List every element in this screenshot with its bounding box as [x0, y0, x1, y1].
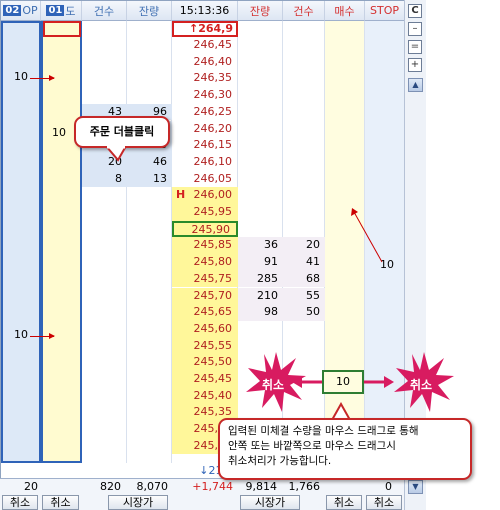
draggable-order-qty[interactable]: 10 — [322, 370, 364, 394]
tooltip-tail-icon — [104, 146, 128, 162]
buy-count-cell: 8 — [82, 170, 127, 188]
header-bid: 매수 — [325, 1, 365, 21]
arrow-left-icon — [292, 376, 322, 388]
total-buystop: 20 — [24, 480, 38, 493]
header-sell-label: 도 — [65, 4, 76, 18]
price-cell: 245,95 — [172, 204, 238, 221]
price-cell: 246,40 — [193, 54, 233, 68]
header-sell[interactable]: 01 도 — [41, 1, 82, 21]
market-sell-button[interactable]: 시장가 — [108, 495, 168, 510]
tooltip-line-3: 취소처리가 가능합니다. — [228, 455, 332, 467]
cancel-burst-right-label: 취소 — [410, 378, 433, 392]
cancel-buystop-button[interactable]: 취소 — [2, 495, 38, 510]
tooltip-line-2: 안쪽 또는 바깥쪽으로 마우스 드래그시 — [228, 440, 396, 452]
scroll-down-icon[interactable]: ▼ — [408, 480, 423, 494]
upper-limit-price: ↑264,9 — [172, 21, 238, 37]
cancel-sell-button[interactable]: 취소 — [42, 495, 79, 510]
arrow-right-icon — [364, 376, 394, 388]
cancel-bid-button[interactable]: 취소 — [326, 495, 362, 510]
price-cell: 245,50 — [172, 354, 238, 371]
buy-qty-cell: 46 — [127, 153, 172, 171]
equal-button[interactable]: = — [408, 40, 422, 54]
sell-qty-cell: 91 — [238, 254, 283, 271]
collapse-button[interactable]: – — [408, 22, 422, 36]
diagonal-arrow-icon — [351, 208, 383, 263]
buy-qty-cell: 13 — [127, 170, 172, 188]
sell-order-qty[interactable]: 10 — [52, 126, 66, 139]
sell-order-column[interactable] — [41, 21, 82, 463]
c-button[interactable]: C — [408, 4, 422, 18]
header-sell-qty: 잔량 — [238, 1, 283, 21]
header-buy-stop[interactable]: 02 OP — [1, 1, 41, 21]
price-cell: 245,45 — [172, 371, 238, 388]
sell-count-cell: 50 — [283, 304, 325, 321]
total-change: +1,744 — [192, 480, 233, 493]
sell-qty-cell: 36 — [238, 237, 283, 255]
drag-cancel-tooltip: 입력된 미체결 수량을 마우스 드래그로 통해 안쪽 또는 바깥쪽으로 마우스 … — [218, 418, 472, 480]
price-cell: 245,40 — [172, 387, 238, 405]
sell-qty-cell: 210 — [238, 287, 283, 305]
sell-count-cell: 20 — [283, 237, 325, 255]
price-cell: 245,85 — [172, 237, 238, 255]
price-cell: 245,80 — [172, 254, 238, 271]
header-time: 15:13:36 — [172, 1, 238, 21]
price-cell: 245,60 — [172, 320, 238, 338]
price-cell: 246,10 — [193, 154, 233, 168]
header-badge-01: 01 — [46, 5, 65, 16]
arrow-right-icon — [30, 75, 55, 81]
total-buy-count: 820 — [100, 480, 121, 493]
sell-qty-cell: 98 — [238, 304, 283, 321]
scroll-up-icon[interactable]: ▲ — [408, 78, 423, 92]
tooltip-line-1: 입력된 미체결 수량을 마우스 드래그로 통해 — [228, 425, 419, 437]
total-buy-qty: 8,070 — [136, 480, 169, 493]
sell-count-cell: 55 — [283, 287, 325, 305]
price-cell: 246,20 — [193, 121, 233, 135]
sell-count-cell: 41 — [283, 254, 325, 271]
total-stop: 0 — [385, 480, 392, 493]
arrow-right-icon — [30, 333, 55, 339]
header-buy-qty: 잔량 — [127, 1, 172, 21]
totals-row: 20 820 8,070 +1,744 9,814 1,766 0 — [0, 478, 404, 494]
double-click-tooltip: 주문 더블클릭 — [74, 116, 170, 148]
price-cell: 246,05 — [193, 171, 233, 185]
price-cell: 245,65 — [172, 304, 238, 321]
price-cell: 246,30 — [193, 88, 233, 102]
price-cell: 246,15 — [193, 138, 233, 152]
sell-count-cell: 68 — [283, 270, 325, 288]
total-sell-qty: 9,814 — [245, 480, 278, 493]
price-cell: 245,90 — [172, 220, 238, 238]
header-badge-02: 02 — [3, 5, 22, 16]
price-cell: 246,35 — [193, 71, 233, 85]
header-stop: STOP — [365, 1, 405, 21]
header-sell-count: 건수 — [283, 1, 325, 21]
cancel-burst-left-label: 취소 — [262, 378, 285, 392]
header-buy-count: 건수 — [82, 1, 127, 21]
sell-qty-cell: 285 — [238, 270, 283, 288]
price-cell: 245,70 — [172, 287, 238, 305]
expand-button[interactable]: + — [408, 58, 422, 72]
buy-stop-column[interactable] — [1, 21, 41, 463]
header-buy-stop-label: OP — [22, 4, 38, 17]
cancel-stop-button[interactable]: 취소 — [366, 495, 402, 510]
price-cell: 246,45 — [193, 38, 233, 51]
buy-qty-column — [127, 21, 172, 463]
buystop-order-qty[interactable]: 10 — [14, 70, 28, 83]
total-sell-count: 1,766 — [288, 480, 321, 493]
price-cell: 245,55 — [172, 337, 238, 355]
buy-count-column — [82, 21, 127, 463]
market-buy-button[interactable]: 시장가 — [240, 495, 300, 510]
action-buttons: 취소 취소 시장가 시장가 취소 취소 — [0, 494, 404, 510]
price-cell: 245,75 — [172, 270, 238, 288]
high-marker: H — [176, 188, 186, 202]
buystop-order-qty-2[interactable]: 10 — [14, 328, 28, 341]
price-cell: 246,25 — [193, 104, 233, 118]
selected-cell-marker — [43, 21, 81, 37]
